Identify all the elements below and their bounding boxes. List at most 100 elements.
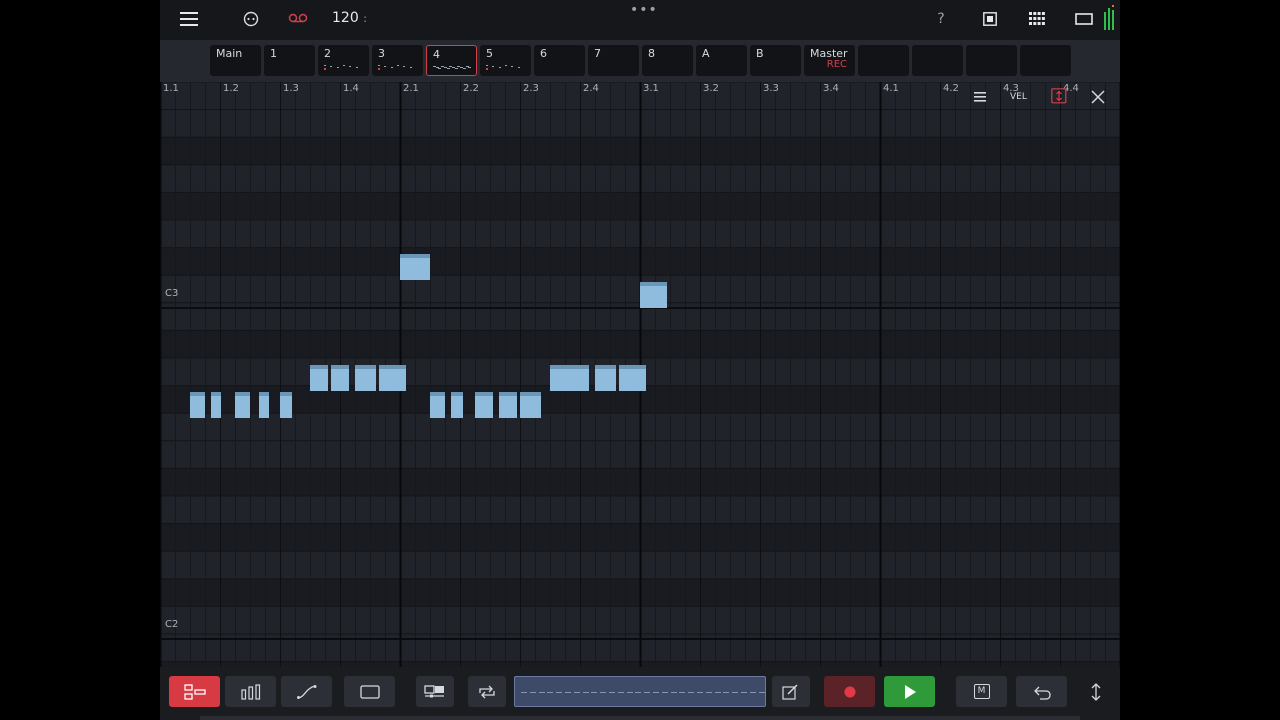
midi-note[interactable]	[211, 392, 221, 418]
pattern-slot-master[interactable]: Master REC	[804, 45, 855, 76]
pattern-slot-1[interactable]: 1	[264, 45, 315, 76]
pattern-slot-label: 6	[540, 47, 547, 60]
pattern-preview	[378, 65, 417, 71]
overview-note-mark	[565, 692, 571, 693]
overview-note-mark	[723, 692, 730, 693]
midi-note[interactable]	[280, 392, 292, 418]
midi-note[interactable]	[331, 365, 349, 391]
pattern-slot-7[interactable]: 7	[588, 45, 639, 76]
ruler-label: 3.3	[763, 83, 779, 94]
overview-note-mark	[609, 692, 615, 693]
pattern-slot-6[interactable]: 6	[534, 45, 585, 76]
edit-button[interactable]	[772, 676, 810, 707]
metronome-button[interactable]: M	[956, 676, 1007, 707]
stop-square-icon[interactable]	[980, 6, 1000, 32]
record-button[interactable]	[824, 676, 875, 707]
overview-note-mark	[653, 692, 659, 693]
more-options-icon[interactable]: •••	[630, 2, 658, 18]
midi-note[interactable]	[499, 392, 517, 418]
overview-note-mark	[644, 692, 651, 693]
midi-note[interactable]	[430, 392, 445, 418]
pattern-mode-button[interactable]	[169, 676, 220, 707]
overview-note-mark	[538, 692, 545, 693]
pattern-slot-a[interactable]: A	[696, 45, 747, 76]
midi-note[interactable]	[400, 254, 430, 280]
overview-note-mark	[749, 692, 756, 693]
help-icon[interactable]: ?	[931, 6, 951, 32]
overview-note-mark	[705, 692, 712, 693]
velocity-bars-icon	[240, 683, 260, 700]
pattern-slot-2[interactable]: 2	[318, 45, 369, 76]
ruler-label: 1.3	[283, 83, 299, 94]
midi-note[interactable]	[550, 365, 571, 391]
pattern-slot-label: B	[756, 47, 764, 60]
midi-note[interactable]	[595, 365, 616, 391]
pattern-slot-empty-13[interactable]	[912, 45, 963, 76]
pattern-slot-label: A	[702, 47, 710, 60]
app-window: 120 : ••• ? Main 1 2 3 4 5 6 7 8 A B Master REC	[160, 0, 1120, 720]
pattern-slot-3[interactable]: 3	[372, 45, 423, 76]
velocity-view-button[interactable]	[225, 676, 276, 707]
pattern-slot-label: 4	[433, 48, 440, 61]
midi-note[interactable]	[190, 392, 205, 418]
pattern-slot-8[interactable]: 8	[642, 45, 693, 76]
connection-icon[interactable]	[240, 6, 262, 32]
midi-note[interactable]	[355, 365, 376, 391]
expand-vertical-icon	[1091, 682, 1101, 701]
overview-note-mark	[556, 692, 563, 693]
menu-icon[interactable]	[178, 6, 200, 32]
overview-note-mark	[741, 692, 747, 693]
ruler-label: 3.1	[643, 83, 659, 94]
velocity-toggle[interactable]: VEL	[1010, 92, 1027, 102]
pattern-slot-5[interactable]: 5	[480, 45, 531, 76]
tape-record-icon[interactable]	[286, 6, 310, 32]
midi-note[interactable]	[310, 365, 328, 391]
pattern-slot-main[interactable]: Main	[210, 45, 261, 76]
overview-note-mark	[617, 692, 624, 693]
ruler-label: 3.2	[703, 83, 719, 94]
midi-note[interactable]	[475, 392, 493, 418]
overview-note-mark	[600, 692, 607, 693]
tempo-display[interactable]: 120 :	[332, 10, 367, 26]
midi-note[interactable]	[640, 282, 667, 308]
overview-note-mark	[521, 692, 527, 693]
pitch-label-c3: C3	[165, 288, 179, 299]
window-icon[interactable]	[1074, 6, 1094, 32]
selection-button[interactable]	[344, 676, 395, 707]
pattern-slot-label: 8	[648, 47, 655, 60]
overview-note-mark	[670, 692, 677, 693]
pattern-bar: Main 1 2 3 4 5 6 7 8 A B Master REC	[160, 40, 1120, 82]
overview-note-mark	[732, 692, 739, 693]
play-button[interactable]	[884, 676, 935, 707]
ruler-label: 2.1	[403, 83, 419, 94]
overview-note-mark	[679, 692, 686, 693]
clip-view-button[interactable]	[416, 676, 454, 707]
song-overview-scroller[interactable]	[514, 676, 766, 707]
pattern-slot-empty-15[interactable]	[1020, 45, 1071, 76]
piano-roll-grid[interactable]: 1.1 1.2 1.3 1.4 2.1 2.2 2.3 2.4 3.1 3.2 3.3 3.4 4.1 4…	[160, 82, 1120, 667]
midi-note[interactable]	[379, 365, 406, 391]
grid-apps-icon[interactable]	[1027, 6, 1047, 32]
midi-note[interactable]	[235, 392, 250, 418]
pattern-slot-empty-12[interactable]	[858, 45, 909, 76]
loop-icon	[479, 685, 495, 698]
midi-note[interactable]	[520, 392, 541, 418]
midi-note[interactable]	[259, 392, 269, 418]
midi-note[interactable]	[451, 392, 463, 418]
loop-button[interactable]	[468, 676, 506, 707]
pattern-mode-icon	[183, 683, 206, 700]
overview-note-mark	[547, 692, 554, 693]
pattern-slot-4[interactable]: 4	[426, 45, 477, 76]
undo-button[interactable]	[1016, 676, 1067, 707]
pattern-preview	[433, 66, 472, 72]
edit-pencil-icon	[782, 683, 798, 700]
undo-icon	[1033, 686, 1051, 700]
record-icon	[844, 686, 855, 697]
pattern-slot-label: 7	[594, 47, 601, 60]
midi-note[interactable]	[571, 365, 589, 391]
pattern-slot-empty-14[interactable]	[966, 45, 1017, 76]
expand-vertical-button[interactable]	[1084, 676, 1108, 707]
midi-note[interactable]	[619, 365, 646, 391]
pattern-slot-b[interactable]: B	[750, 45, 801, 76]
automation-button[interactable]	[281, 676, 332, 707]
